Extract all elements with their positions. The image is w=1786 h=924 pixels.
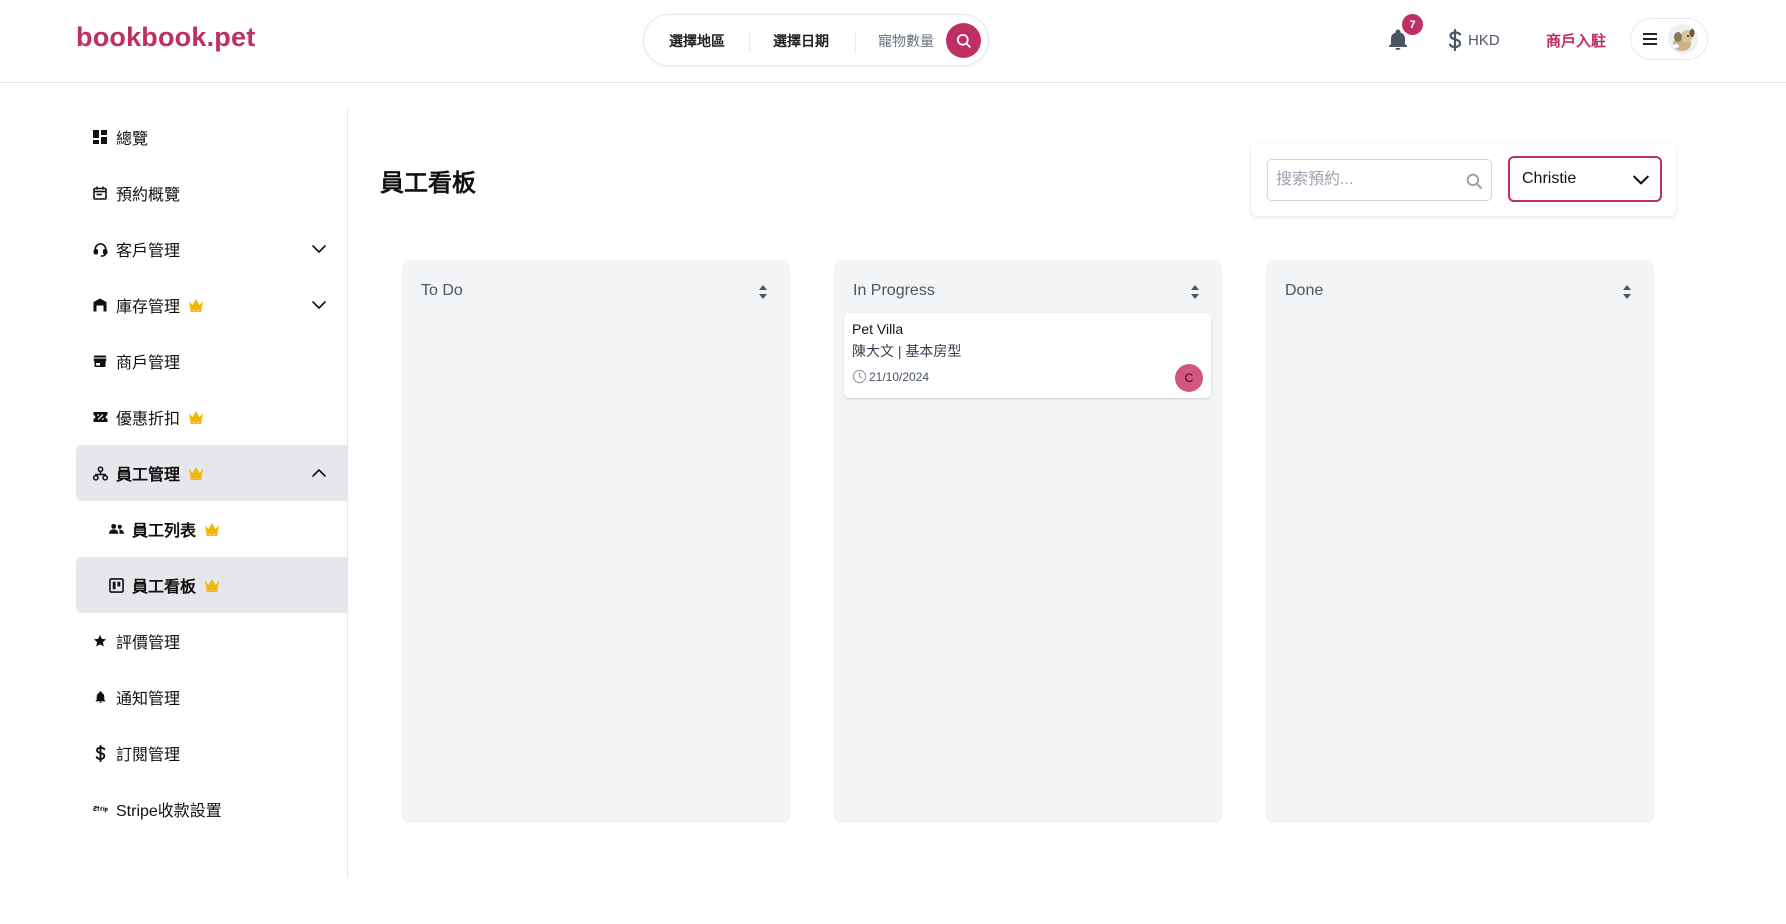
logo[interactable]: bookbook.pet: [76, 22, 255, 53]
column-title: To Do: [421, 282, 463, 299]
staff-select[interactable]: Christie: [1508, 156, 1662, 202]
search-icon[interactable]: [1465, 172, 1483, 190]
sidebar-item-customers[interactable]: 客戶管理: [76, 221, 347, 277]
staff-select-value: Christie: [1522, 170, 1577, 187]
sort-icon[interactable]: [758, 284, 768, 300]
sort-icon[interactable]: [1190, 284, 1200, 300]
sidebar-item-bookings[interactable]: 預約概覽: [76, 165, 347, 221]
hamburger-icon: [1643, 33, 1657, 45]
kanban-column-todo[interactable]: To Do: [402, 260, 790, 823]
page-title: 員工看板: [380, 170, 476, 197]
people-icon: [108, 521, 124, 537]
divider: [749, 31, 750, 51]
crown-icon: [205, 523, 220, 536]
search-bar[interactable]: 選擇地區 選擇日期 寵物數量: [643, 14, 989, 66]
sidebar-item-label: 總覽: [116, 131, 149, 148]
task-detail: 陳大文 | 基本房型: [852, 343, 962, 359]
kanban-column-in-progress[interactable]: In Progress Pet Villa 陳大文 | 基本房型 21/10/2…: [834, 260, 1222, 823]
chevron-down-icon[interactable]: [311, 241, 327, 257]
avatar: [1668, 24, 1698, 54]
kanban-column-done[interactable]: Done: [1266, 260, 1654, 823]
pet-avatar-icon: [1668, 24, 1698, 54]
sidebar-item-merchant[interactable]: 商戶管理: [76, 333, 347, 389]
currency-selector[interactable]: HKD: [1448, 28, 1500, 52]
task-card[interactable]: Pet Villa 陳大文 | 基本房型 21/10/2024 C: [844, 313, 1211, 398]
sidebar-item-label: 員工看板: [132, 579, 197, 596]
pet-count-selector[interactable]: 寵物數量: [878, 31, 934, 51]
sidebar-item-label: 庫存管理: [116, 299, 181, 316]
sidebar-item-staff[interactable]: 員工管理: [76, 445, 347, 501]
divider: [855, 31, 856, 51]
sidebar-item-label: 員工列表: [132, 523, 197, 540]
sidebar-item-label: 訂閱管理: [116, 747, 181, 764]
stripe-icon: [92, 801, 108, 817]
sidebar-item-staff-kanban[interactable]: 員工看板: [76, 557, 347, 613]
crown-icon: [189, 467, 204, 480]
kanban-icon: [108, 577, 124, 593]
task-merchant: Pet Villa: [852, 321, 904, 337]
sidebar-item-label: 優惠折扣: [116, 411, 181, 428]
user-menu-button[interactable]: [1630, 18, 1708, 60]
booking-search-box[interactable]: [1267, 159, 1492, 201]
filter-panel: Christie: [1251, 143, 1676, 216]
sidebar-item-staff-list[interactable]: 員工列表: [76, 501, 347, 557]
sidebar: 總覽 預約概覽 客戶管理 庫存管理 商戶管理 優惠折扣 員工管理 員工列表 員工…: [76, 109, 347, 877]
sidebar-item-label: 評價管理: [116, 635, 181, 652]
headset-icon: [92, 241, 108, 257]
region-selector[interactable]: 選擇地區: [669, 31, 725, 51]
dollar-icon: [92, 744, 108, 762]
sidebar-item-label: 員工管理: [116, 467, 181, 484]
sort-icon[interactable]: [1622, 284, 1632, 300]
sidebar-item-inventory[interactable]: 庫存管理: [76, 277, 347, 333]
sidebar-item-overview[interactable]: 總覽: [76, 109, 347, 165]
merchant-signup-link[interactable]: 商戶入駐: [1546, 30, 1606, 51]
warehouse-icon: [92, 297, 108, 313]
chevron-down-icon: [1633, 175, 1649, 185]
sidebar-item-label: 商戶管理: [116, 355, 181, 372]
sidebar-item-label: 通知管理: [116, 691, 181, 708]
currency-label: HKD: [1468, 31, 1500, 49]
clock-icon: [852, 369, 867, 384]
bell-icon: [92, 689, 108, 705]
sidebar-item-stripe[interactable]: Stripe收款設置: [76, 781, 347, 837]
crown-icon: [205, 579, 220, 592]
store-icon: [92, 353, 108, 369]
date-selector[interactable]: 選擇日期: [773, 31, 829, 51]
sidebar-item-reviews[interactable]: 評價管理: [76, 613, 347, 669]
sidebar-item-label: 預約概覽: [116, 187, 181, 204]
task-date: 21/10/2024: [869, 369, 930, 384]
sidebar-item-label: 客戶管理: [116, 243, 181, 260]
org-chart-icon: [92, 465, 108, 481]
sidebar-item-label: Stripe收款設置: [116, 803, 222, 820]
chevron-down-icon[interactable]: [311, 297, 327, 313]
search-icon: [956, 33, 971, 48]
assignee-avatar: C: [1175, 364, 1203, 392]
sidebar-divider: [347, 109, 348, 877]
crown-icon: [189, 411, 204, 424]
booking-search-input[interactable]: [1276, 160, 1461, 200]
sidebar-item-discounts[interactable]: 優惠折扣: [76, 389, 347, 445]
sidebar-item-subscription[interactable]: 訂閱管理: [76, 725, 347, 781]
notification-badge: 7: [1402, 14, 1423, 35]
crown-icon: [189, 299, 204, 312]
dollar-icon: [1448, 29, 1462, 51]
column-title: In Progress: [853, 282, 935, 299]
dashboard-icon: [92, 129, 108, 145]
sidebar-item-notifications[interactable]: 通知管理: [76, 669, 347, 725]
ticket-icon: [92, 409, 108, 425]
task-date-row: 21/10/2024: [852, 369, 929, 384]
search-button[interactable]: [946, 23, 981, 58]
column-title: Done: [1285, 282, 1324, 299]
star-icon: [92, 633, 108, 649]
chevron-up-icon[interactable]: [311, 465, 327, 481]
top-header: bookbook.pet 選擇地區 選擇日期 寵物數量 7 HKD 商戶入駐: [0, 0, 1786, 83]
calendar-icon: [92, 185, 108, 201]
